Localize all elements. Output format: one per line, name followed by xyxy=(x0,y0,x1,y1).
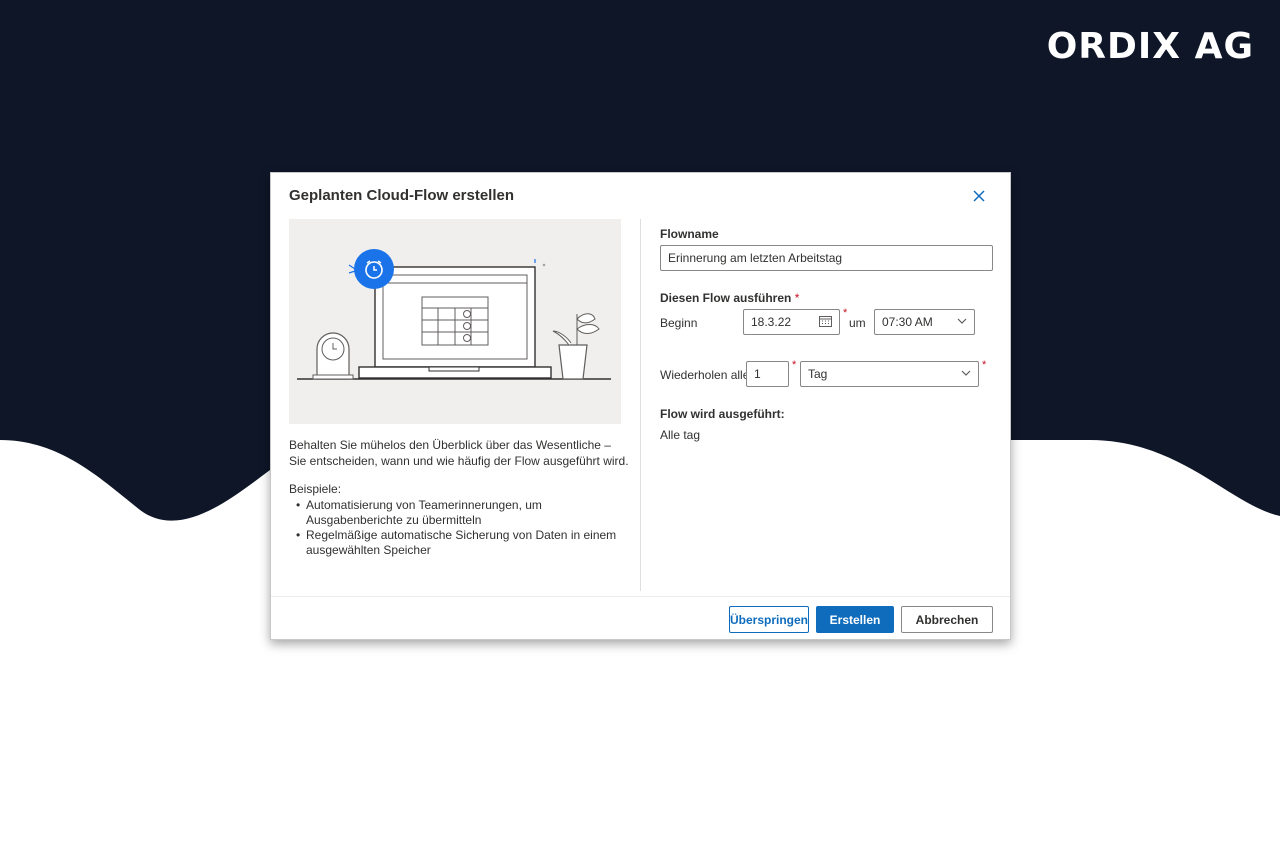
start-date-picker[interactable]: 18.3.22 xyxy=(743,309,840,335)
footer-divider xyxy=(271,596,1010,597)
flow-description: Behalten Sie mühelos den Überblick über … xyxy=(289,438,629,468)
chevron-down-icon xyxy=(957,315,967,329)
flowname-input[interactable]: Erinnerung am letzten Arbeitstag xyxy=(660,245,993,271)
schedule-illustration xyxy=(289,219,621,424)
create-scheduled-flow-dialog: Geplanten Cloud-Flow erstellen Behalten … xyxy=(270,172,1011,640)
examples-title: Beispiele: xyxy=(289,482,342,496)
brand-logo: ORDIX AG xyxy=(1046,26,1254,67)
flowname-label: Flowname xyxy=(660,227,719,241)
examples-list: • Automatisierung von Teamerinnerungen, u… xyxy=(289,498,619,558)
runs-label: Flow wird ausgeführt: xyxy=(660,407,785,421)
skip-button[interactable]: Überspringen xyxy=(729,606,809,633)
calendar-icon[interactable] xyxy=(819,315,832,330)
at-label: um xyxy=(849,316,866,330)
list-item: • Automatisierung von Teamerinnerungen, u… xyxy=(296,498,542,527)
runs-value: Alle tag xyxy=(660,428,701,442)
chevron-down-icon xyxy=(961,367,971,381)
list-item: • Regelmäßige automatische Sicherung von … xyxy=(296,528,617,557)
repeat-label: Wiederholen alle xyxy=(660,368,750,382)
required-marker: * xyxy=(792,359,797,371)
create-button[interactable]: Erstellen xyxy=(816,606,894,633)
close-icon[interactable] xyxy=(970,189,988,207)
dialog-title: Geplanten Cloud-Flow erstellen xyxy=(289,187,515,204)
required-marker: * xyxy=(982,359,987,371)
run-flow-label: Diesen Flow ausführen * xyxy=(660,291,800,305)
column-divider xyxy=(640,219,641,591)
cancel-button[interactable]: Abbrechen xyxy=(901,606,993,633)
required-marker: * xyxy=(843,307,848,319)
start-label: Beginn xyxy=(660,316,698,330)
repeat-interval-input[interactable]: 1 xyxy=(746,361,789,387)
repeat-unit-select[interactable]: Tag xyxy=(800,361,979,387)
start-time-select[interactable]: 07:30 AM xyxy=(874,309,975,335)
